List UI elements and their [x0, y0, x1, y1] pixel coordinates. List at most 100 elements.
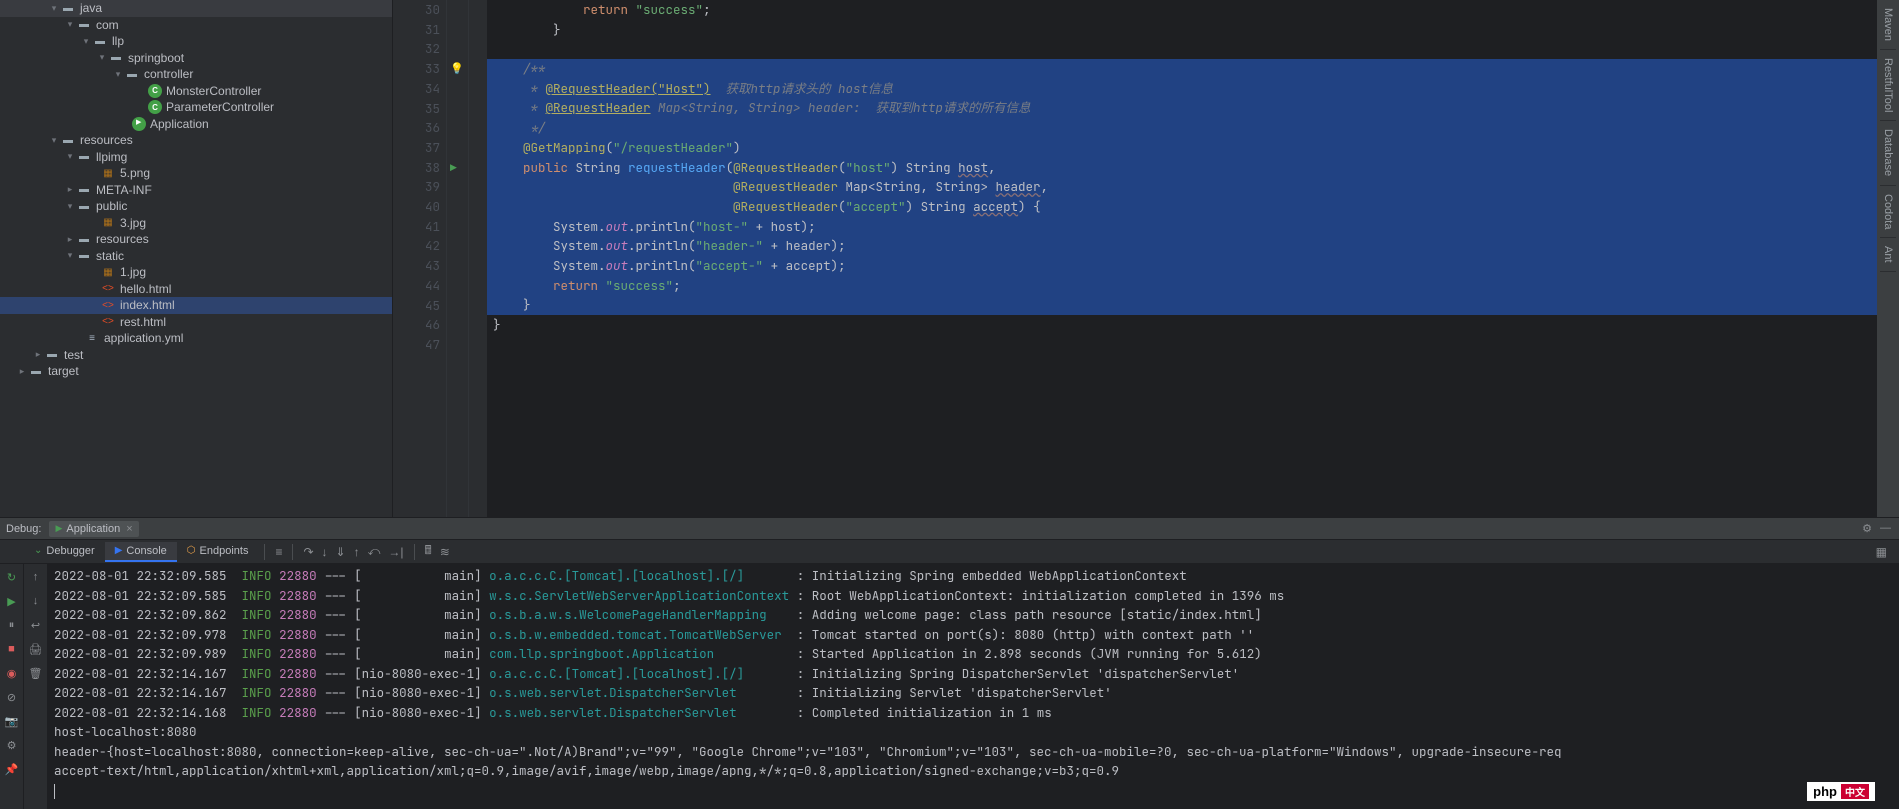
image-icon: ▦ [100, 165, 116, 181]
layout-icon[interactable]: ▦ [1872, 543, 1891, 561]
project-tree[interactable]: ▾▬java▾▬com▾▬llp▾▬springboot▾▬controller… [0, 0, 393, 517]
editor-content[interactable]: return "success"; } /** * @RequestHeader… [487, 0, 1877, 517]
tree-arrow-icon[interactable]: ▾ [112, 69, 124, 80]
tree-label: rest.html [120, 315, 166, 329]
tree-label: test [64, 348, 83, 362]
trace-icon[interactable]: ≋ [436, 543, 454, 561]
tab-console[interactable]: ▶ Console [105, 542, 177, 562]
run-icon [132, 117, 146, 131]
class-icon: C [148, 100, 162, 114]
folder-icon: ▬ [76, 17, 92, 33]
resume-icon[interactable]: ▶ [3, 592, 21, 610]
code-editor[interactable]: 303132333435363738394041424344454647 💡▶ … [393, 0, 1877, 517]
tree-item-application-yml[interactable]: ≡application.yml [0, 330, 392, 347]
evaluate-icon[interactable]: 🖩 [421, 539, 436, 564]
tree-item-parametercontroller[interactable]: CParameterController [0, 99, 392, 116]
tree-item-target[interactable]: ▸▬target [0, 363, 392, 380]
tree-arrow-icon[interactable]: ▸ [16, 366, 28, 377]
tool-ant[interactable]: Ant [1880, 238, 1896, 272]
tool-codota[interactable]: Codota [1880, 186, 1896, 238]
gear-icon[interactable]: ⚙ [1862, 522, 1872, 535]
endpoints-icon: ⬡ [187, 545, 196, 556]
tree-arrow-icon[interactable]: ▸ [32, 349, 44, 360]
tree-item-meta-inf[interactable]: ▸▬META-INF [0, 182, 392, 199]
debug-run-tab[interactable]: ▶ Application × [49, 521, 138, 537]
tree-item-hello-html[interactable]: <>hello.html [0, 281, 392, 298]
tree-item-5-png[interactable]: ▦5.png [0, 165, 392, 182]
tree-item-resources[interactable]: ▾▬resources [0, 132, 392, 149]
tree-item-index-html[interactable]: <>index.html [0, 297, 392, 314]
tab-debugger[interactable]: ⌄ Debugger [24, 542, 105, 562]
tree-item-1-jpg[interactable]: ▦1.jpg [0, 264, 392, 281]
breakpoints-icon[interactable]: ◉ [3, 664, 21, 682]
folder-icon: ▬ [44, 347, 60, 363]
scroll-up-icon[interactable]: ↑ [27, 568, 45, 586]
run-to-cursor-icon[interactable]: →| [384, 543, 407, 561]
class-icon: C [148, 84, 162, 98]
stop-icon[interactable]: ■ [3, 640, 21, 658]
tree-arrow-icon[interactable]: ▾ [64, 151, 76, 162]
tree-arrow-icon[interactable]: ▸ [64, 234, 76, 245]
tree-item-springboot[interactable]: ▾▬springboot [0, 50, 392, 67]
tree-item-resources[interactable]: ▸▬resources [0, 231, 392, 248]
tool-restfultool[interactable]: RestfulTool [1880, 50, 1896, 121]
camera-icon[interactable]: 📷 [3, 712, 21, 730]
tree-item-com[interactable]: ▾▬com [0, 17, 392, 34]
tree-item-llpimg[interactable]: ▾▬llpimg [0, 149, 392, 166]
tree-label: springboot [128, 51, 184, 65]
tree-item-application[interactable]: Application [0, 116, 392, 133]
tree-item-java[interactable]: ▾▬java [0, 0, 392, 17]
tree-label: MonsterController [166, 84, 261, 98]
folder-icon: ▬ [76, 231, 92, 247]
folder-icon: ▬ [76, 248, 92, 264]
minimize-icon[interactable]: — [1880, 522, 1891, 535]
tree-arrow-icon[interactable]: ▾ [64, 250, 76, 261]
tree-item-3-jpg[interactable]: ▦3.jpg [0, 215, 392, 232]
console-icon: ▶ [115, 545, 123, 556]
tree-item-rest-html[interactable]: <> rest.html [0, 314, 392, 331]
tree-item-test[interactable]: ▸▬ test [0, 347, 392, 364]
tree-arrow-icon[interactable]: ▾ [48, 3, 60, 14]
tree-arrow-icon[interactable]: ▾ [64, 19, 76, 30]
step-into-icon[interactable]: ↓ [318, 543, 332, 561]
tool-database[interactable]: Database [1880, 121, 1896, 185]
rerun-icon[interactable]: ↻ [3, 568, 21, 586]
tree-arrow-icon[interactable]: ▾ [64, 201, 76, 212]
tree-label: hello.html [120, 282, 171, 296]
step-over-icon[interactable]: ↷ [299, 543, 317, 561]
mute-icon[interactable]: ⊘ [3, 688, 21, 706]
tree-item-controller[interactable]: ▾▬controller [0, 66, 392, 83]
tree-label: static [96, 249, 124, 263]
debug-tab-label: Application [66, 523, 120, 535]
tree-item-public[interactable]: ▾▬public [0, 198, 392, 215]
console-output[interactable]: 2022-08-01 22:32:09.585 INFO 22880 --- [… [48, 564, 1899, 809]
tree-item-llp[interactable]: ▾▬llp [0, 33, 392, 50]
drop-frame-icon[interactable]: ⤺ [364, 542, 385, 561]
tree-label: 3.jpg [120, 216, 146, 230]
php-badge: php 中文 [1807, 782, 1875, 801]
html-icon: <> [100, 314, 116, 330]
clear-icon[interactable]: 🗑 [27, 664, 45, 682]
print-icon[interactable]: 🖨 [27, 640, 45, 658]
tree-arrow-icon[interactable]: ▾ [48, 135, 60, 146]
threads-icon[interactable]: ≡ [271, 543, 286, 561]
tab-endpoints[interactable]: ⬡ Endpoints [177, 542, 259, 562]
folder-icon: ▬ [92, 33, 108, 49]
tree-arrow-icon[interactable]: ▾ [80, 36, 92, 47]
close-icon[interactable]: × [126, 523, 132, 535]
tree-item-monstercontroller[interactable]: C MonsterController [0, 83, 392, 100]
pin-icon[interactable]: 📌 [3, 760, 21, 778]
pause-icon[interactable]: ⏸ [3, 616, 21, 634]
step-out-icon[interactable]: ↑ [350, 543, 364, 561]
settings-icon[interactable]: ⚙ [3, 736, 21, 754]
force-step-icon[interactable]: ⇓ [332, 543, 350, 561]
gutter-run-icon[interactable]: ▶ [450, 162, 457, 173]
tree-arrow-icon[interactable]: ▸ [64, 184, 76, 195]
tool-maven[interactable]: Maven [1880, 0, 1896, 50]
tree-label: target [48, 364, 79, 378]
soft-wrap-icon[interactable]: ↩ [27, 616, 45, 634]
tree-arrow-icon[interactable]: ▾ [96, 52, 108, 63]
tree-item-static[interactable]: ▾▬ static [0, 248, 392, 265]
intention-bulb-icon[interactable]: 💡 [450, 62, 464, 75]
scroll-down-icon[interactable]: ↓ [27, 592, 45, 610]
